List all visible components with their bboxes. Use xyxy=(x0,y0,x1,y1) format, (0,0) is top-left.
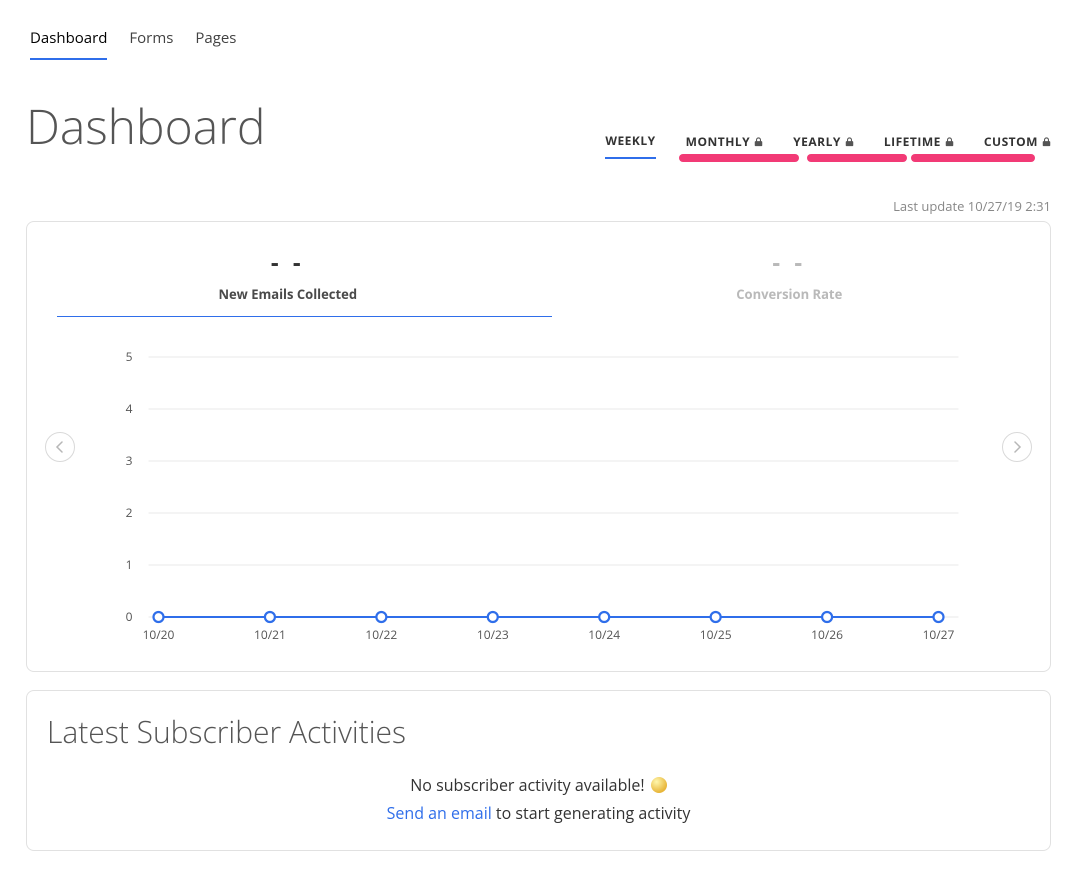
title-row: Dashboard WEEKLY MONTHLY YEARLY LIFETIME… xyxy=(26,94,1051,159)
metric-value: - - xyxy=(37,246,539,279)
empty-text: No subscriber activity available! xyxy=(410,774,644,796)
empty-line-2: Send an email to start generating activi… xyxy=(47,802,1030,824)
svg-text:2: 2 xyxy=(126,504,133,521)
svg-text:10/24: 10/24 xyxy=(588,626,620,643)
range-tabs: WEEKLY MONTHLY YEARLY LIFETIME CUSTOM xyxy=(605,132,1051,159)
ball-emoji-icon xyxy=(651,777,667,793)
empty-line-1: No subscriber activity available! xyxy=(47,774,1030,796)
nav-item-forms[interactable]: Forms xyxy=(129,20,173,60)
activities-heading: Latest Subscriber Activities xyxy=(47,711,1030,752)
range-tab-weekly[interactable]: WEEKLY xyxy=(605,132,655,159)
svg-text:10/20: 10/20 xyxy=(143,626,175,643)
svg-text:10/21: 10/21 xyxy=(254,626,286,643)
range-tab-label: CUSTOM xyxy=(984,133,1038,150)
svg-text:10/26: 10/26 xyxy=(811,626,843,643)
metric-value: - - xyxy=(539,246,1041,279)
metric-label: Conversion Rate xyxy=(539,285,1041,303)
lock-icon xyxy=(945,137,954,147)
range-tab-label: YEARLY xyxy=(793,133,841,150)
annotation-underline xyxy=(807,154,907,162)
chart: 0 1 2 3 4 5 10/20 10/21 10/22 10/23 10/24 10/25 10/2… xyxy=(107,347,970,647)
chevron-left-icon xyxy=(55,441,65,453)
empty-suffix: to start generating activity xyxy=(492,802,691,824)
svg-text:10/25: 10/25 xyxy=(700,626,732,643)
svg-text:4: 4 xyxy=(126,400,133,417)
lock-icon xyxy=(845,137,854,147)
svg-text:0: 0 xyxy=(126,608,133,625)
chart-card: - - New Emails Collected - - Conversion … xyxy=(26,221,1051,672)
metric-tab-conversion-rate[interactable]: - - Conversion Rate xyxy=(539,240,1041,317)
metric-label: New Emails Collected xyxy=(37,285,539,303)
chevron-right-icon xyxy=(1012,441,1022,453)
annotation-underline xyxy=(945,154,1035,162)
last-update: Last update 10/27/19 2:31 xyxy=(26,197,1051,215)
chart-next-button[interactable] xyxy=(1002,432,1032,462)
page-title: Dashboard xyxy=(26,94,265,159)
svg-text:5: 5 xyxy=(126,348,133,365)
svg-text:10/23: 10/23 xyxy=(477,626,509,643)
metric-tab-new-emails[interactable]: - - New Emails Collected xyxy=(37,240,539,317)
activities-card: Latest Subscriber Activities No subscrib… xyxy=(26,690,1051,851)
metric-tabs: - - New Emails Collected - - Conversion … xyxy=(37,240,1040,317)
send-email-link[interactable]: Send an email xyxy=(387,802,492,824)
range-tab-label: MONTHLY xyxy=(686,133,751,150)
nav-item-dashboard[interactable]: Dashboard xyxy=(30,20,107,60)
chart-svg: 0 1 2 3 4 5 10/20 10/21 10/22 10/23 10/24 10/25 10/2… xyxy=(107,347,970,647)
range-tab-label: WEEKLY xyxy=(605,132,655,149)
svg-text:1: 1 xyxy=(126,556,133,573)
annotation-underline xyxy=(679,154,799,162)
activities-empty-state: No subscriber activity available! Send a… xyxy=(47,774,1030,824)
svg-text:10/27: 10/27 xyxy=(923,626,955,643)
chart-prev-button[interactable] xyxy=(45,432,75,462)
svg-text:10/22: 10/22 xyxy=(365,626,397,643)
lock-icon xyxy=(1042,137,1051,147)
top-nav: Dashboard Forms Pages xyxy=(26,20,1051,60)
svg-text:3: 3 xyxy=(126,452,133,469)
nav-item-pages[interactable]: Pages xyxy=(195,20,236,60)
range-tab-label: LIFETIME xyxy=(884,133,941,150)
lock-icon xyxy=(754,137,763,147)
